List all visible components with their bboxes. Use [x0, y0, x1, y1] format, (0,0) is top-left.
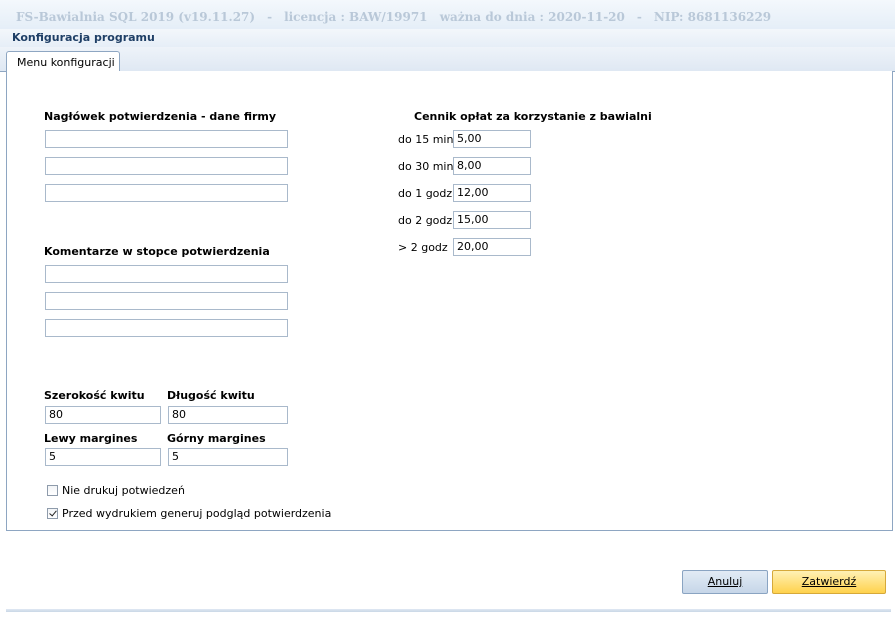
cancel-button-label: Anuluj	[707, 575, 743, 588]
footer-line-1-input[interactable]	[45, 265, 288, 283]
cancel-button[interactable]: Anuluj	[682, 570, 768, 594]
tab-label: Menu konfiguracji	[17, 56, 115, 69]
footer-section-title: Komentarze w stopce potwierdzenia	[44, 245, 270, 258]
title-separator-1: -	[267, 10, 273, 24]
config-panel: Nagłówek potwierdzenia - dane firmy Kome…	[6, 71, 893, 531]
top-margin-input[interactable]: 5	[168, 448, 288, 466]
dialog-title: Konfiguracja programu	[12, 31, 155, 44]
nip-text: NIP: 8681136229	[653, 10, 772, 24]
left-margin-input[interactable]: 5	[45, 448, 161, 466]
left-margin-label: Lewy margines	[44, 432, 138, 445]
header-line-2-input[interactable]	[45, 157, 288, 175]
license-text: licencja : BAW/19971	[284, 10, 428, 24]
tab-strip: Menu konfiguracji	[0, 47, 895, 72]
price-label-15min: do 15 min	[398, 133, 454, 146]
price-input-15min[interactable]: 5,00	[453, 130, 531, 148]
price-input-30min[interactable]: 8,00	[453, 157, 531, 175]
receipt-width-input[interactable]: 80	[45, 406, 161, 424]
header-section-title: Nagłówek potwierdzenia - dane firmy	[44, 110, 277, 123]
price-input-over-2h[interactable]: 20,00	[453, 238, 531, 256]
footer-line-2-input[interactable]	[45, 292, 288, 310]
price-label-1h: do 1 godz	[398, 187, 453, 200]
no-print-checkbox[interactable]	[47, 485, 58, 496]
bottom-divider	[6, 609, 891, 612]
confirm-button-label: Zatwierdź	[801, 575, 857, 588]
receipt-width-label: Szerokość kwitu	[44, 389, 145, 402]
header-line-1-input[interactable]	[45, 130, 288, 148]
price-input-1h[interactable]: 12,00	[453, 184, 531, 202]
price-label-2h: do 2 godz	[398, 214, 453, 227]
valid-until-text: ważna do dnia : 2020-11-20	[439, 10, 625, 24]
app-title: FS-Bawialnia SQL 2019 (v19.11.27)	[16, 10, 256, 24]
no-print-label: Nie drukuj potwiedzeń	[62, 484, 185, 497]
price-input-2h[interactable]: 15,00	[453, 211, 531, 229]
confirm-button[interactable]: Zatwierdź	[772, 570, 886, 594]
window-title: FS-Bawialnia SQL 2019 (v19.11.27) - licenc…	[16, 10, 771, 24]
button-bar: Anuluj Zatwierdź	[0, 531, 895, 619]
tab-menu-konfiguracji[interactable]: Menu konfiguracji	[6, 51, 120, 72]
pricing-title: Cennik opłat za korzystanie z bawialni	[414, 110, 652, 123]
preview-label: Przed wydrukiem generuj podgląd potwierd…	[62, 507, 332, 520]
receipt-length-label: Długość kwitu	[167, 389, 255, 402]
top-margin-label: Górny margines	[167, 432, 266, 445]
footer-line-3-input[interactable]	[45, 319, 288, 337]
dialog-caption: Konfiguracja programu	[0, 29, 895, 47]
receipt-length-input[interactable]: 80	[168, 406, 288, 424]
header-line-3-input[interactable]	[45, 184, 288, 202]
price-label-30min: do 30 min	[398, 160, 454, 173]
price-label-over-2h: > 2 godz	[398, 241, 448, 254]
title-separator-2: -	[636, 10, 642, 24]
preview-checkbox[interactable]	[47, 508, 58, 519]
